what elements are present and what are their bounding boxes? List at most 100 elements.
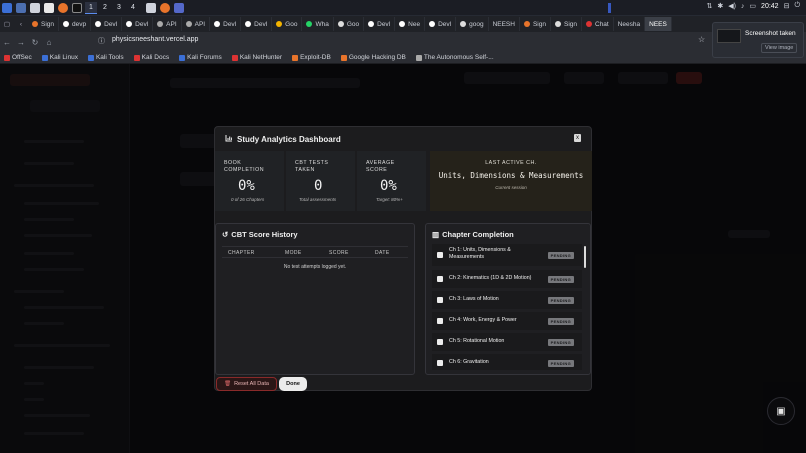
clock[interactable]: 20:42 [761,3,779,10]
bookmark-star-icon[interactable]: ☆ [698,35,705,44]
bookmark-favicon-icon [4,54,10,61]
bookmark-favicon-icon [231,54,238,61]
tab-label: Sign [532,20,546,28]
status-badge: PENDING [547,276,574,283]
view-image-button[interactable]: View image [761,43,798,53]
chapter-item[interactable]: Ch 2: Kinematics (1D & 2D Motion) PENDIN… [432,270,582,288]
forward-icon[interactable]: → [14,38,28,47]
tab[interactable]: Devl [91,17,123,31]
workspace-2[interactable]: 2 [99,2,111,14]
tab-scroll-left-icon[interactable]: ‹ [14,21,28,28]
firefox-icon[interactable] [58,2,68,13]
reset-all-data-button[interactable]: 🗑 Reset All Data [216,377,277,391]
bookmark-label: OffSec [12,54,32,61]
bookmark-item[interactable]: OffSec [4,54,32,61]
terminal-icon[interactable] [72,2,82,13]
tab-favicon-icon [586,21,592,27]
stat-sub: 0 of 26 Chapters [231,197,265,202]
last-active-chapter: LAST ACTIVE CH. Units, Dimensions & Meas… [430,151,592,211]
chapter-checkbox[interactable] [437,360,443,366]
tab[interactable]: Chat [582,17,614,31]
bookmark-item[interactable]: The Autonomous Self-... [415,54,494,61]
tab-label: Goo [346,20,360,28]
bookmark-item[interactable]: Kali Docs [133,54,169,61]
reset-label: Reset All Data [234,381,269,387]
tab[interactable]: Devl [364,17,396,31]
tab[interactable]: Sign [28,17,60,31]
tab[interactable]: Devl [425,17,457,31]
tab[interactable]: API [153,17,182,31]
floating-action-button[interactable]: ▣ [767,397,795,425]
menu-icon[interactable] [2,2,12,13]
tab[interactable]: devp [59,17,92,31]
system-tray: ⇅ ✱ ◀) ♪ ▭ 20:42 ⊟ ⏻ [706,2,800,10]
tab[interactable]: Sign [520,17,551,31]
bookmark-item[interactable]: Kali NetHunter [231,54,282,61]
screenshot-notification[interactable]: Screenshot taken View image [712,22,804,58]
tab[interactable]: NEESH [489,17,520,31]
desktop-icon[interactable] [16,2,26,13]
scrollbar[interactable] [584,246,586,268]
tab-favicon-icon [32,21,38,27]
tab[interactable]: Devl [241,17,273,31]
tab[interactable]: Goo [272,17,303,31]
chapter-checkbox[interactable] [437,297,443,303]
tab[interactable]: Sign [551,17,582,31]
tab[interactable]: Devl [210,17,242,31]
chapter-checkbox[interactable] [437,318,443,324]
folder-icon[interactable] [30,2,40,13]
tab[interactable]: Wha [302,17,334,31]
panel-title: ▥ Chapter Completion [432,230,514,239]
cbt-history-panel: ↺ CBT Score History CHAPTER MODE SCORE D… [215,223,415,375]
tab-active[interactable]: NEES [645,17,672,31]
chapter-item[interactable]: Ch 6: Gravitation PENDING [432,354,582,370]
chapter-item[interactable]: Ch 5: Rotational Motion PENDING [432,333,582,351]
workspace-3[interactable]: 3 [113,2,125,14]
bookmark-item[interactable]: Exploit-DB [292,54,331,61]
chapter-item[interactable]: Ch 3: Laws of Motion PENDING [432,291,582,309]
tab-label: Sign [563,20,577,28]
stat-label: CBT TESTS TAKEN [295,160,329,173]
tab[interactable]: goog [456,17,489,31]
url-bar[interactable]: physicsneeshant.vercel.app [112,36,198,43]
lock-icon[interactable]: ⊟ [784,2,790,10]
battery-icon[interactable]: ▭ [749,2,756,10]
bookmark-item[interactable]: Kali Linux [41,54,78,61]
chapter-item[interactable]: Ch 1: Units, Dimensions & Measurements P… [432,244,582,266]
chapter-checkbox[interactable] [437,339,443,345]
workspace-1[interactable]: 1 [85,1,97,14]
tab-label: devp [72,20,87,28]
firefox-window-icon[interactable] [160,2,170,13]
site-info-icon[interactable]: ⓘ [98,36,105,46]
tab[interactable]: API [182,17,211,31]
done-button[interactable]: Done [279,377,307,391]
browser-nav-bar: ← → ↻ ⌂ ⓘ physicsneeshant.vercel.app ☆ [0,32,806,52]
modal-title: Study Analytics Dashboard [225,134,341,144]
tab[interactable]: Nee [395,17,426,31]
reload-icon[interactable]: ↻ [28,38,42,47]
app-icon[interactable] [146,2,156,13]
editor-icon[interactable] [44,2,54,13]
back-icon[interactable]: ← [0,38,14,47]
tab[interactable]: Goo [334,17,365,31]
chapter-checkbox[interactable] [437,276,443,282]
tab[interactable]: Neesha [614,17,646,31]
power-icon[interactable]: ⏻ [794,2,800,10]
tab[interactable]: Devl [122,17,154,31]
panel-title: ↺ CBT Score History [222,230,298,239]
bookmark-item[interactable]: Kali Tools [87,54,124,61]
bluetooth-icon[interactable]: ✱ [717,2,723,10]
bookmark-item[interactable]: Kali Forums [179,54,222,61]
tab-overview-icon[interactable]: ▢ [0,20,14,28]
close-button[interactable]: x [574,134,581,142]
chapter-checkbox[interactable] [437,252,443,258]
bookmark-item[interactable]: Google Hacking DB [340,54,406,61]
workspace-4[interactable]: 4 [127,2,139,14]
volume-icon[interactable]: ◀) [728,2,736,10]
chapter-item[interactable]: Ch 4: Work, Energy & Power PENDING [432,312,582,330]
window-icon[interactable] [174,2,184,13]
notification-bell-icon[interactable]: ♪ [741,3,745,10]
network-icon[interactable]: ⇅ [706,2,712,10]
table-header: CHAPTER MODE SCORE DATE [222,246,408,258]
home-icon[interactable]: ⌂ [42,38,56,47]
